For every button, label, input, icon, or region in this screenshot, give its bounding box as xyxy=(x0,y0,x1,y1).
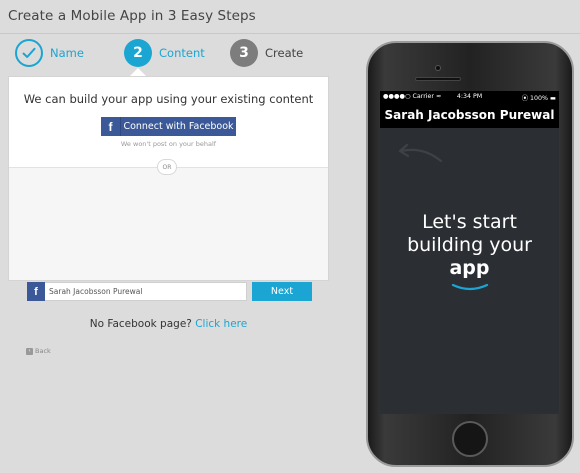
home-button[interactable] xyxy=(452,421,488,457)
splash-text: Let's start building your app xyxy=(380,211,559,280)
step-3-label: Create xyxy=(265,46,304,60)
step-name[interactable]: Name xyxy=(15,39,84,67)
step-3-number: 3 xyxy=(230,39,258,67)
splash-app-word: app xyxy=(449,257,490,279)
facebook-page-input-group: f xyxy=(27,282,247,301)
step-content[interactable]: 2 Content xyxy=(124,39,205,67)
splash-line-2: building your xyxy=(407,234,532,256)
next-button[interactable]: Next xyxy=(252,282,312,301)
card-heading: We can build your app using your existin… xyxy=(23,92,314,106)
no-facebook-text: No Facebook page? xyxy=(89,318,192,330)
card-pointer xyxy=(130,68,146,76)
back-button[interactable]: ‹ Back xyxy=(26,347,51,355)
connect-facebook-label: Connect with Facebook xyxy=(123,121,234,132)
facebook-icon: f xyxy=(27,282,45,301)
card-top-section: We can build your app using your existin… xyxy=(9,77,328,167)
speaker-grille xyxy=(415,77,461,81)
step-2-label: Content xyxy=(159,46,205,60)
connect-note: We won't post on your behalf xyxy=(120,140,217,148)
camera-icon xyxy=(435,65,441,71)
back-arrow-icon: ‹ xyxy=(26,347,33,355)
or-divider: OR xyxy=(157,159,177,175)
checkmark-icon xyxy=(22,47,36,58)
content-card: We can build your app using your existin… xyxy=(8,76,329,355)
page-header: Create a Mobile App in 3 Easy Steps xyxy=(0,0,580,34)
click-here-link[interactable]: Click here xyxy=(195,318,247,330)
step-1-label: Name xyxy=(50,46,84,60)
no-facebook-prompt: No Facebook page? Click here xyxy=(9,318,328,330)
step-2-number: 2 xyxy=(124,39,152,67)
back-label: Back xyxy=(35,347,51,355)
page-title: Create a Mobile App in 3 Easy Steps xyxy=(8,8,256,24)
swipe-arrow-icon xyxy=(398,143,443,163)
step-1-circle xyxy=(15,39,43,67)
facebook-icon: f xyxy=(101,117,121,136)
app-title: Sarah Jacobsson Purewal xyxy=(384,108,555,122)
card-bottom-section: f Next No Facebook page? Click here ‹ Ba… xyxy=(9,167,328,355)
phone-screen: ●●●●○ Carrier ≈ 4:34 PM ⦿ 100% ▬ Sarah J… xyxy=(380,91,559,414)
smile-logo-icon xyxy=(451,283,489,291)
app-title-bar: Sarah Jacobsson Purewal xyxy=(380,103,559,128)
connect-facebook-button[interactable]: f Connect with Facebook xyxy=(101,117,236,136)
splash-line-1: Let's start xyxy=(422,211,517,233)
step-create[interactable]: 3 Create xyxy=(230,39,303,67)
facebook-page-input[interactable] xyxy=(45,283,246,300)
status-battery: ⦿ 100% ▬ xyxy=(521,95,556,102)
status-bar: ●●●●○ Carrier ≈ 4:34 PM ⦿ 100% ▬ xyxy=(380,91,559,103)
